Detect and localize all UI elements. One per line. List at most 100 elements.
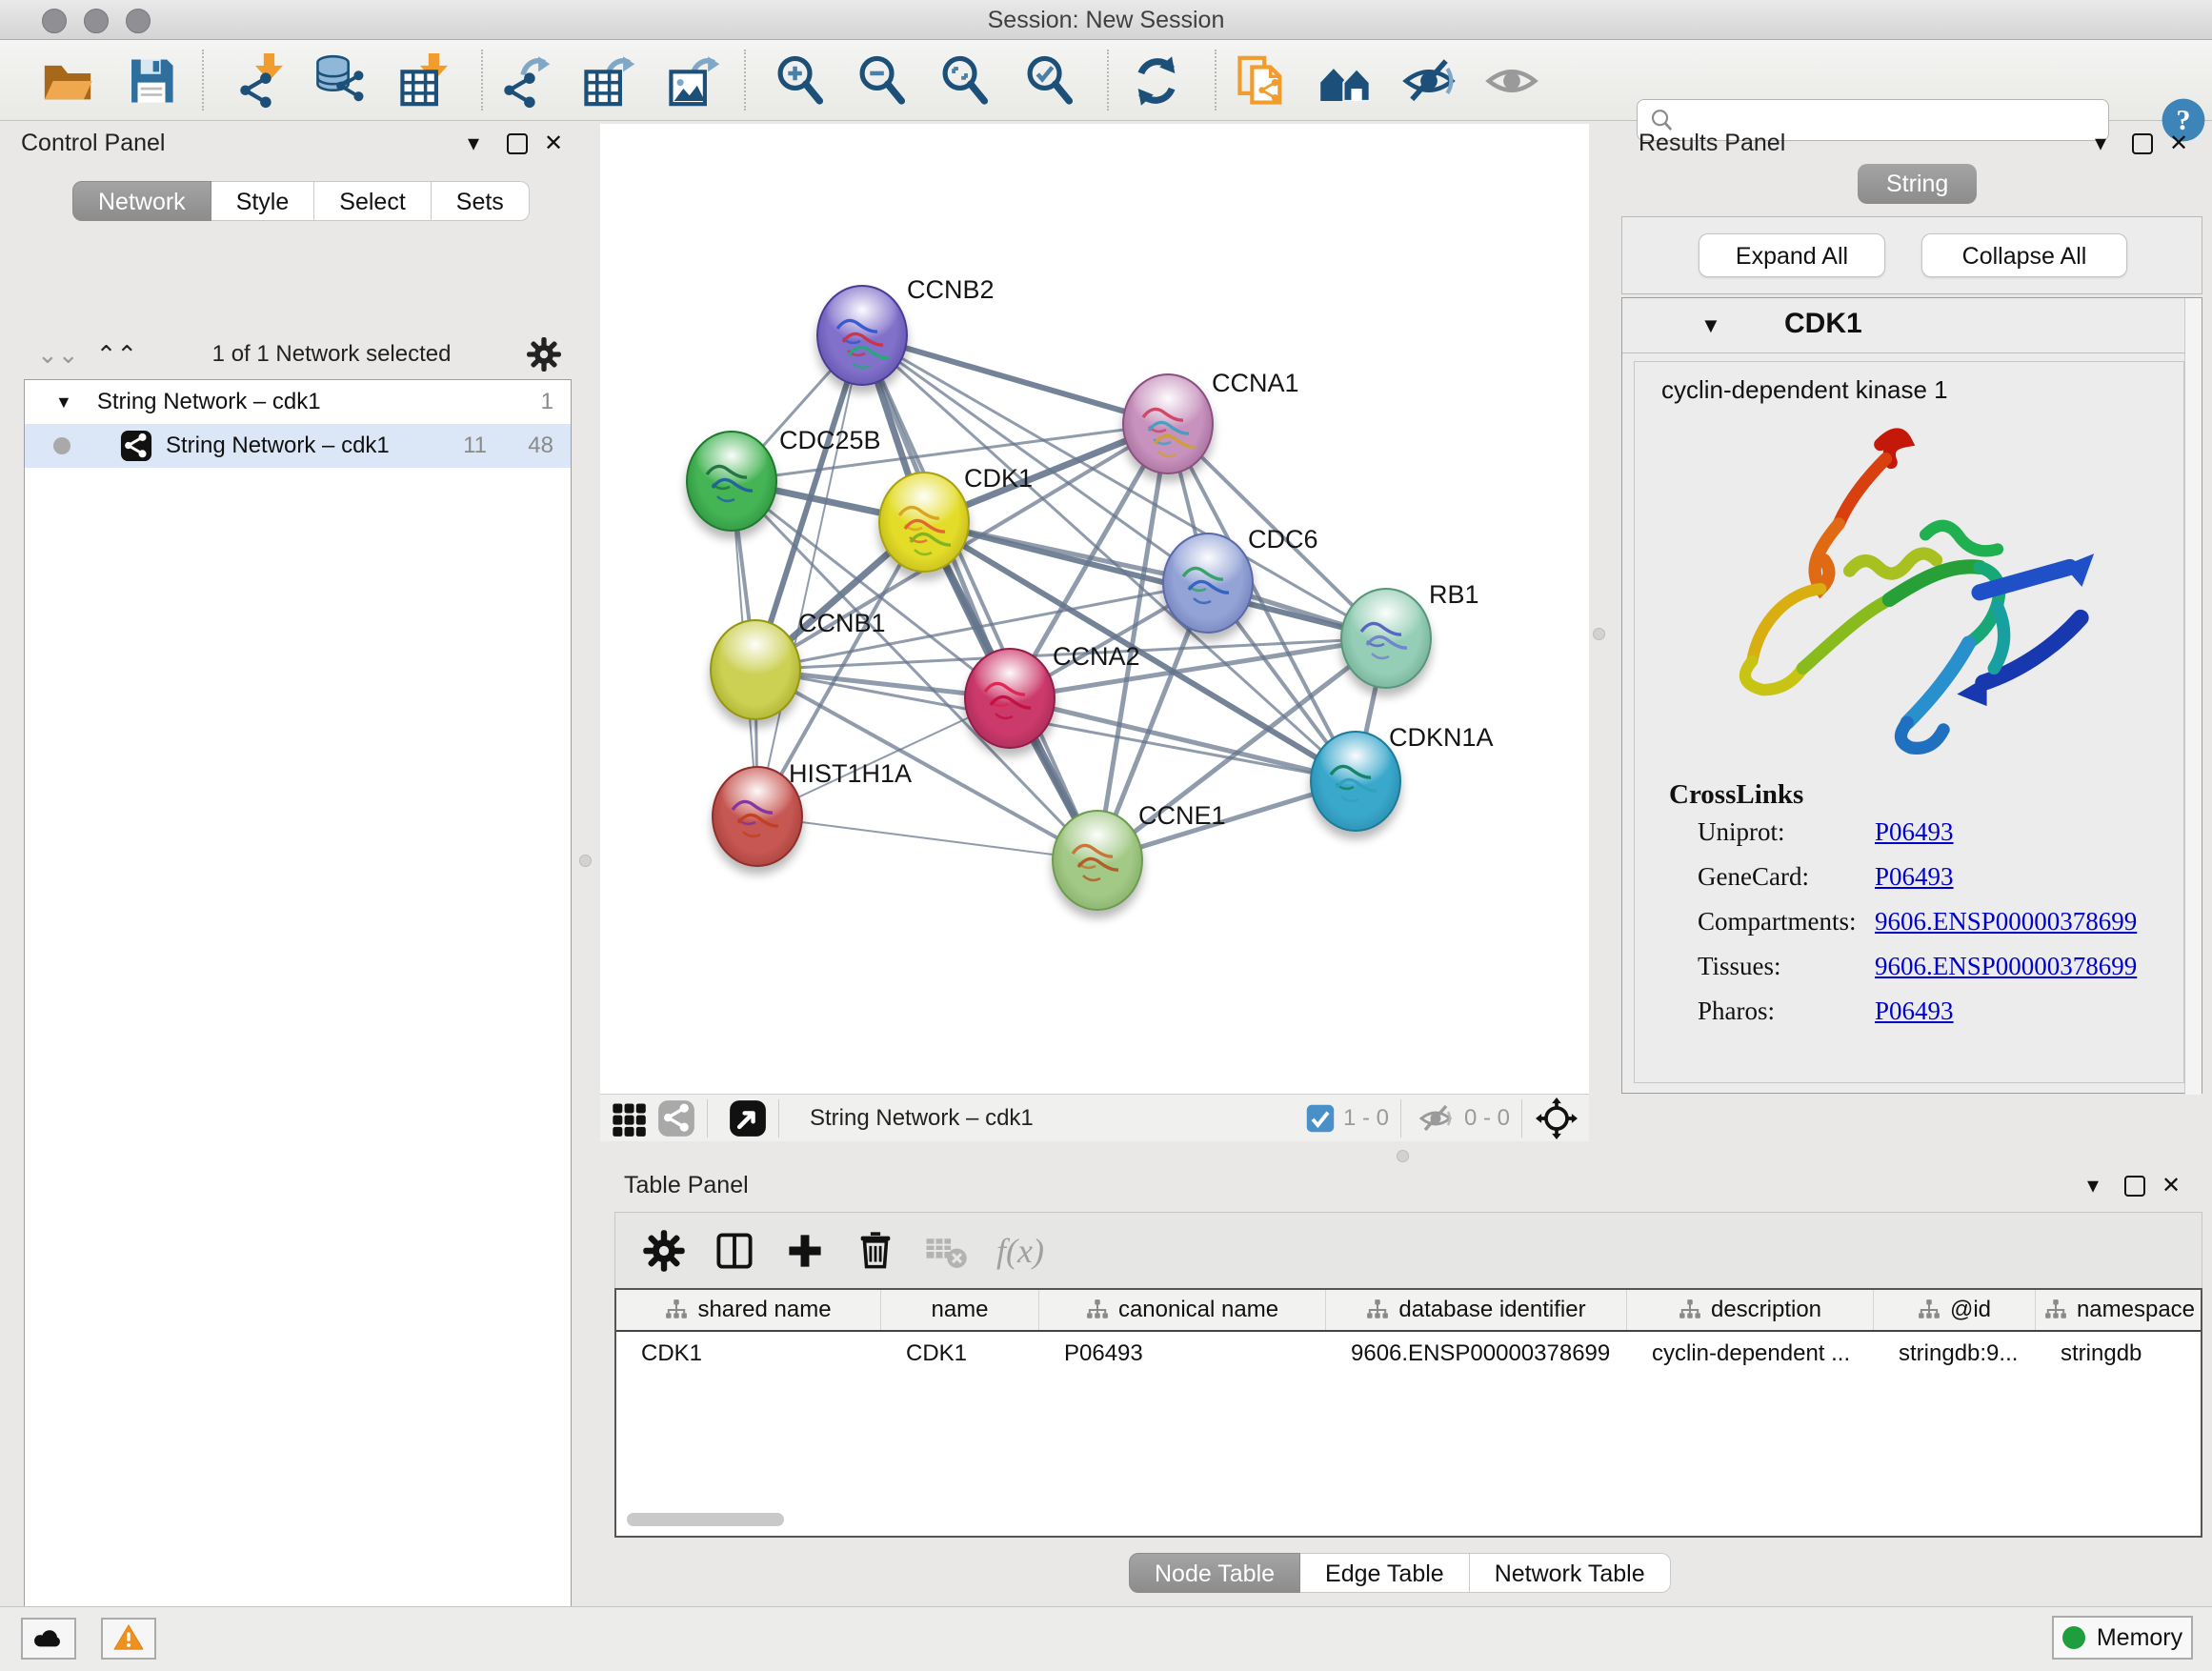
tab-edge-table[interactable]: Edge Table: [1300, 1553, 1470, 1593]
column-header-description[interactable]: description: [1627, 1290, 1874, 1330]
network-canvas[interactable]: CCNB2CCNA1CDC25BCDK1CDC6RB1CCNB1CCNA2CDK…: [600, 124, 1589, 1094]
refresh-view-icon[interactable]: [1129, 53, 1184, 109]
column-header-namespace[interactable]: namespace: [2036, 1290, 2202, 1330]
delete-column-icon[interactable]: [854, 1229, 897, 1273]
column-header-database-identifier[interactable]: database identifier: [1326, 1290, 1627, 1330]
table-row[interactable]: CDK1CDK1P064939606.ENSP00000378699cyclin…: [616, 1332, 2201, 1376]
gear-icon[interactable]: [642, 1229, 686, 1273]
tab-select[interactable]: Select: [314, 181, 431, 221]
control-panel-maximize-icon[interactable]: [507, 133, 528, 154]
tab-network-table[interactable]: Network Table: [1470, 1553, 1671, 1593]
column-header-shared-name[interactable]: shared name: [616, 1290, 881, 1330]
cell-namespace[interactable]: stringdb: [2036, 1340, 2202, 1367]
results-panel-maximize-icon[interactable]: [2132, 133, 2153, 154]
results-panel-float-icon[interactable]: ▾: [2086, 130, 2115, 157]
import-network-database-icon[interactable]: [312, 53, 367, 109]
results-panel-close-icon[interactable]: ✕: [2164, 130, 2193, 157]
birdseye-view-icon[interactable]: [729, 1099, 767, 1137]
zoom-in-icon[interactable]: [774, 53, 829, 109]
selected-checkbox[interactable]: [1305, 1103, 1336, 1134]
status-bar: Memory: [0, 1606, 2212, 1671]
table-panel-float-icon[interactable]: ▾: [2079, 1172, 2107, 1199]
network-node-cdc6[interactable]: [1162, 533, 1254, 634]
column-header-name[interactable]: name: [881, 1290, 1039, 1330]
collapse-all-icon[interactable]: ⌄⌄: [37, 340, 79, 370]
legacy-home-icon[interactable]: [1317, 53, 1373, 109]
import-network-file-icon[interactable]: [231, 53, 287, 109]
table-header-row: shared namenamecanonical namedatabase id…: [616, 1290, 2201, 1332]
table-panel-maximize-icon[interactable]: [2124, 1176, 2145, 1197]
save-session-icon[interactable]: [124, 53, 179, 109]
tab-sets[interactable]: Sets: [432, 181, 530, 221]
zoom-fit-icon[interactable]: [938, 53, 994, 109]
export-table-icon[interactable]: [580, 53, 635, 109]
crosslink-link[interactable]: P06493: [1875, 862, 1954, 892]
tab-style[interactable]: Style: [211, 181, 315, 221]
network-node-count: 11: [463, 433, 487, 459]
graphics-details-icon[interactable]: [1401, 53, 1457, 109]
network-node-ccna1[interactable]: [1122, 373, 1214, 474]
control-panel-close-icon[interactable]: ✕: [539, 130, 568, 157]
table-panel-close-icon[interactable]: ✕: [2157, 1172, 2185, 1199]
tab-node-table[interactable]: Node Table: [1129, 1553, 1300, 1593]
right-splitter-grip[interactable]: [1593, 628, 1605, 640]
zoom-selected-icon[interactable]: [1023, 53, 1078, 109]
left-splitter-grip[interactable]: [579, 855, 592, 867]
gene-caret-icon[interactable]: ▼: [1700, 313, 1721, 338]
network-node-cdkn1a[interactable]: [1310, 731, 1401, 832]
column-header-canonical-name[interactable]: canonical name: [1039, 1290, 1326, 1330]
network-edge[interactable]: [757, 335, 862, 816]
cell-shared-name[interactable]: CDK1: [616, 1340, 881, 1367]
grid-view-icon[interactable]: [610, 1099, 648, 1137]
cell-description[interactable]: cyclin-dependent ...: [1627, 1340, 1874, 1367]
network-edge[interactable]: [757, 816, 1097, 860]
share-view-icon[interactable]: [657, 1099, 695, 1137]
tab-network[interactable]: Network: [72, 181, 211, 221]
network-node-ccnb1[interactable]: [710, 619, 801, 720]
network-node-cdk1[interactable]: [878, 472, 970, 573]
network-node-rb1[interactable]: [1340, 588, 1432, 689]
collection-caret-icon[interactable]: ▼: [55, 393, 72, 413]
column-header-id[interactable]: @id: [1874, 1290, 2036, 1330]
network-node-ccnb2[interactable]: [816, 285, 908, 386]
crosslink-link[interactable]: 9606.ENSP00000378699: [1875, 952, 2137, 981]
zoom-out-icon[interactable]: [855, 53, 911, 109]
cell-database-identifier[interactable]: 9606.ENSP00000378699: [1326, 1340, 1627, 1367]
cell-id[interactable]: stringdb:9...: [1874, 1340, 2036, 1367]
cell-canonical-name[interactable]: P06493: [1039, 1340, 1326, 1367]
tab-string[interactable]: String: [1858, 164, 1977, 204]
open-session-icon[interactable]: [40, 53, 95, 109]
memory-button[interactable]: Memory: [2052, 1616, 2193, 1660]
highlight-neighbors-icon[interactable]: [1484, 53, 1539, 109]
export-network-icon[interactable]: [495, 53, 551, 109]
crosslink-link[interactable]: 9606.ENSP00000378699: [1875, 907, 2137, 936]
crosslinks-title: CrossLinks: [1669, 779, 1803, 811]
hidden-eye-icon[interactable]: [1415, 1101, 1457, 1136]
control-panel-title: Control Panel: [21, 130, 165, 157]
network-row[interactable]: String Network – cdk1 11 48: [25, 424, 571, 468]
results-scrollbar[interactable]: [2184, 298, 2202, 1095]
import-table-file-icon[interactable]: [396, 53, 452, 109]
crosshair-icon[interactable]: [1536, 1097, 1578, 1139]
collection-label: String Network – cdk1: [97, 389, 321, 415]
cloud-button[interactable]: [21, 1618, 76, 1660]
columns-icon[interactable]: [713, 1229, 756, 1273]
expand-all-button[interactable]: Expand All: [1699, 233, 1885, 277]
paste-network-icon[interactable]: [1234, 53, 1289, 109]
network-node-ccne1[interactable]: [1052, 810, 1143, 911]
cell-name[interactable]: CDK1: [881, 1340, 1039, 1367]
crosslink-link[interactable]: P06493: [1875, 817, 1954, 847]
collapse-all-button[interactable]: Collapse All: [1921, 233, 2127, 277]
network-node-cdc25b[interactable]: [686, 431, 777, 532]
network-node-ccna2[interactable]: [964, 648, 1056, 749]
table-horizontal-scrollbar[interactable]: [627, 1513, 784, 1526]
network-collection-row[interactable]: ▼ String Network – cdk1 1: [25, 380, 571, 424]
gene-section-header[interactable]: ▼ CDK1: [1622, 298, 2184, 353]
warning-button[interactable]: [101, 1618, 156, 1660]
network-options-gear-icon[interactable]: [526, 336, 562, 372]
export-image-icon[interactable]: [665, 53, 720, 109]
add-column-icon[interactable]: [783, 1229, 827, 1273]
crosslink-link[interactable]: P06493: [1875, 997, 1954, 1026]
control-panel-float-icon[interactable]: ▾: [459, 130, 488, 157]
expand-all-icon[interactable]: ⌃⌃: [96, 340, 138, 370]
